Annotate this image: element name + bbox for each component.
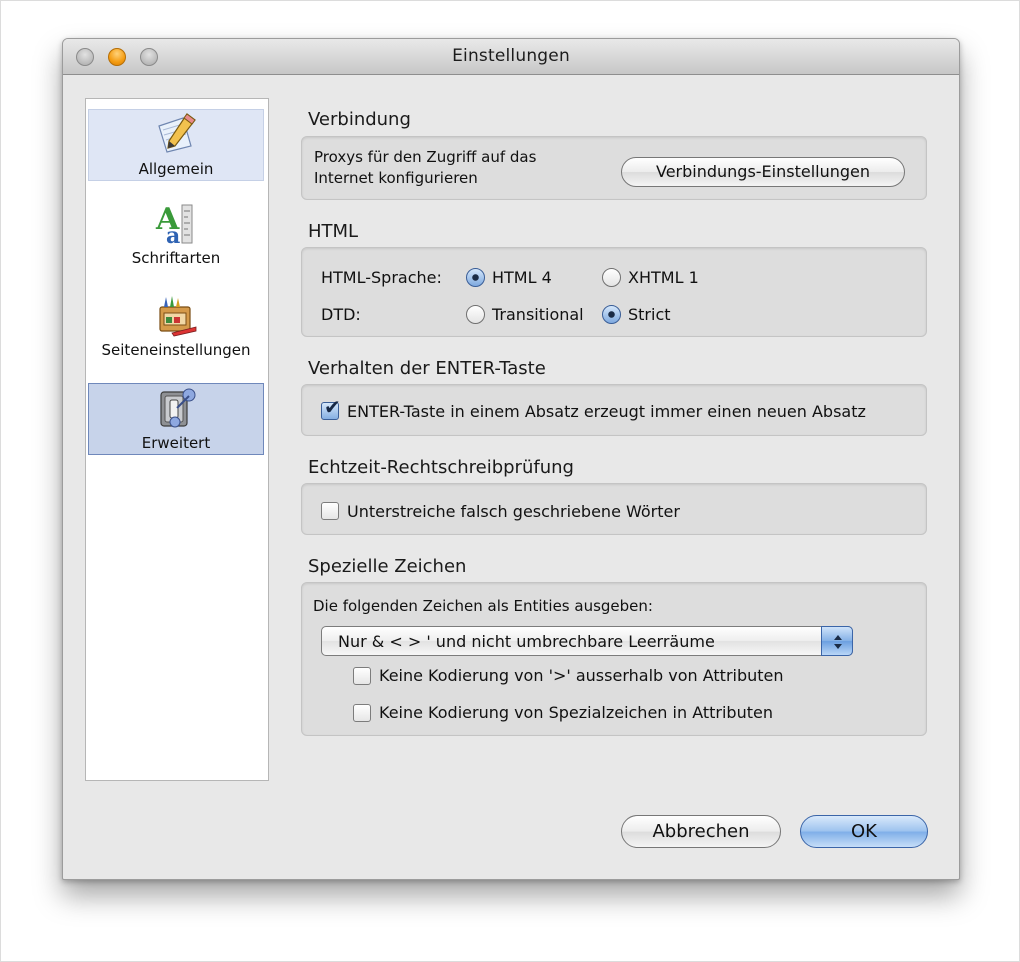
sidebar-item-allgemein[interactable]: Allgemein — [88, 109, 264, 181]
window-title: Einstellungen — [452, 46, 570, 66]
sidebar-item-label: Seiteneinstellungen — [101, 341, 251, 359]
preferences-window: Einstellungen Allgemein A a Schriftarten — [62, 38, 960, 880]
spellcheck-checkbox[interactable] — [321, 502, 339, 520]
radio-html4-label: HTML 4 — [492, 268, 552, 287]
radio-xhtml1-label: XHTML 1 — [628, 268, 699, 287]
switch-icon — [160, 388, 196, 428]
sidebar-item-seiteneinstellungen[interactable]: Seiteneinstellungen — [88, 291, 264, 363]
ok-button[interactable]: OK — [800, 815, 928, 848]
enter-key-section-title: Verhalten der ENTER-Taste — [308, 358, 546, 379]
checkmark-icon: ✔ — [324, 395, 341, 419]
radio-strict[interactable] — [602, 305, 621, 324]
no-encode-gt-label: Keine Kodierung von '>' ausserhalb von A… — [379, 666, 784, 685]
connection-section-title: Verbindung — [308, 109, 411, 130]
html-section-title: HTML — [308, 221, 359, 242]
radio-html4[interactable] — [466, 268, 485, 287]
entities-select-value: Nur & < > ' und nicht umbrechbare Leerrä… — [338, 632, 715, 651]
sidebar-item-schriftarten[interactable]: A a Schriftarten — [88, 199, 264, 271]
svg-text:a: a — [166, 223, 180, 245]
special-chars-section-title: Spezielle Zeichen — [308, 556, 467, 577]
connection-description-line1: Proxys für den Zugriff auf das — [314, 148, 537, 166]
connection-description-line2: Internet konfigurieren — [314, 169, 478, 187]
connection-settings-button[interactable]: Verbindungs-Einstellungen — [621, 157, 905, 187]
entities-select[interactable]: Nur & < > ' und nicht umbrechbare Leerrä… — [321, 626, 853, 656]
sidebar-item-label: Allgemein — [138, 160, 214, 178]
special-chars-description: Die folgenden Zeichen als Entities ausge… — [313, 597, 653, 615]
spellcheck-checkbox-label: Unterstreiche falsch geschriebene Wörter — [347, 502, 680, 521]
no-encode-special-in-attrs-checkbox[interactable] — [353, 704, 371, 722]
radio-xhtml1[interactable] — [602, 268, 621, 287]
enter-key-checkbox[interactable]: ✔ — [321, 397, 341, 420]
radio-strict-label: Strict — [628, 305, 671, 324]
font-letters-icon: A a — [155, 202, 193, 245]
html-language-label: HTML-Sprache: — [321, 268, 442, 287]
title-bar[interactable]: Einstellungen — [63, 39, 959, 75]
pencil-paper-icon — [158, 113, 196, 153]
spellcheck-section-title: Echtzeit-Rechtschreibprüfung — [308, 457, 574, 478]
sidebar-item-label: Schriftarten — [131, 249, 221, 267]
enter-key-checkbox-label: ENTER-Taste in einem Absatz erzeugt imme… — [347, 402, 866, 421]
radio-transitional-label: Transitional — [492, 305, 584, 324]
sidebar-item-label: Erweitert — [141, 434, 211, 452]
no-encode-gt-checkbox[interactable] — [353, 667, 371, 685]
select-arrows-icon — [821, 626, 853, 656]
dtd-label: DTD: — [321, 305, 361, 324]
cancel-button[interactable]: Abbrechen — [621, 815, 781, 848]
radio-transitional[interactable] — [466, 305, 485, 324]
sidebar-item-erweitert[interactable]: Erweitert — [88, 383, 264, 455]
no-encode-special-in-attrs-label: Keine Kodierung von Spezialzeichen in At… — [379, 703, 773, 722]
sidebar: Allgemein A a Schriftarten Seiteneinstel… — [85, 98, 269, 781]
paint-box-icon — [159, 296, 197, 337]
